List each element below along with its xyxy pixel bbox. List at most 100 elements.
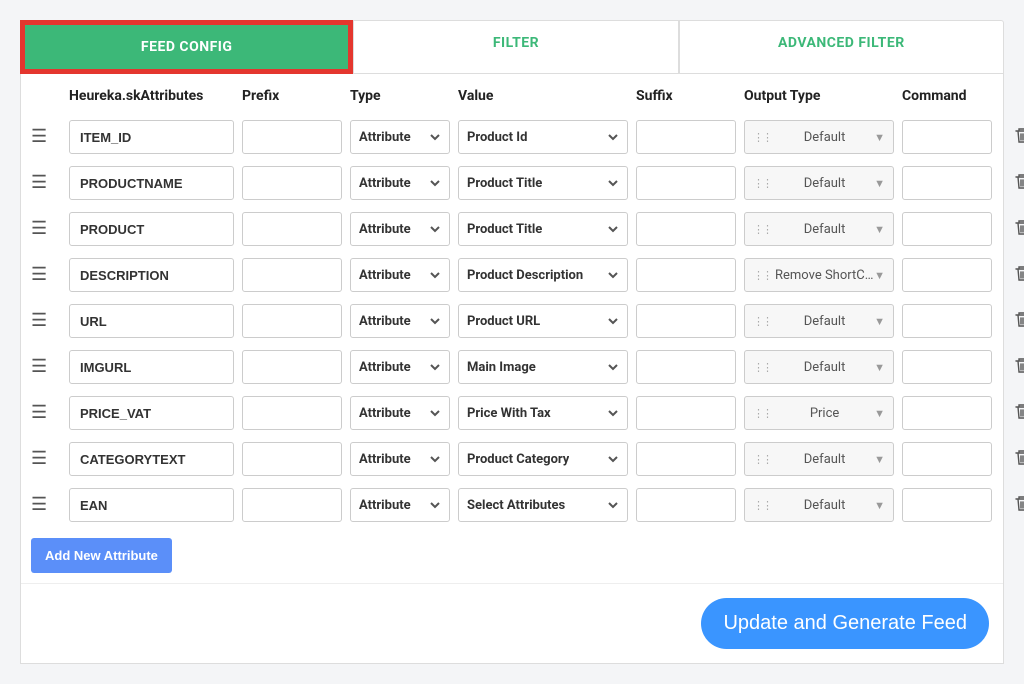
type-select[interactable]: Attribute bbox=[350, 258, 450, 292]
type-select[interactable]: Attribute bbox=[350, 442, 450, 476]
command-input[interactable] bbox=[902, 488, 992, 522]
chevron-down-icon bbox=[429, 453, 441, 465]
prefix-input[interactable] bbox=[242, 396, 342, 430]
col-command: Command bbox=[902, 88, 992, 104]
suffix-input[interactable] bbox=[636, 120, 736, 154]
output-type-select[interactable]: ⋮⋮Default▼ bbox=[744, 166, 894, 200]
delete-row-button[interactable] bbox=[1000, 449, 1024, 469]
output-type-select[interactable]: ⋮⋮Default▼ bbox=[744, 488, 894, 522]
prefix-input[interactable] bbox=[242, 258, 342, 292]
attribute-input[interactable] bbox=[69, 304, 234, 338]
command-input[interactable] bbox=[902, 396, 992, 430]
chevron-down-icon bbox=[429, 315, 441, 327]
drag-handle-icon[interactable]: ☰ bbox=[31, 404, 61, 422]
output-type-select[interactable]: ⋮⋮Default▼ bbox=[744, 442, 894, 476]
command-input[interactable] bbox=[902, 166, 992, 200]
attribute-input[interactable] bbox=[69, 120, 234, 154]
value-select[interactable]: Main Image bbox=[458, 350, 628, 384]
chevron-down-icon bbox=[607, 223, 619, 235]
delete-row-button[interactable] bbox=[1000, 357, 1024, 377]
drag-handle-icon[interactable]: ☰ bbox=[31, 496, 61, 514]
drag-handle-icon[interactable]: ☰ bbox=[31, 128, 61, 146]
output-type-select[interactable]: ⋮⋮Price▼ bbox=[744, 396, 894, 430]
attribute-input[interactable] bbox=[69, 442, 234, 476]
attribute-input[interactable] bbox=[69, 258, 234, 292]
suffix-input[interactable] bbox=[636, 442, 736, 476]
drag-handle-icon[interactable]: ☰ bbox=[31, 220, 61, 238]
delete-row-button[interactable] bbox=[1000, 127, 1024, 147]
attribute-input[interactable] bbox=[69, 212, 234, 246]
suffix-input[interactable] bbox=[636, 212, 736, 246]
attribute-input[interactable] bbox=[69, 166, 234, 200]
output-type-select[interactable]: ⋮⋮Default▼ bbox=[744, 212, 894, 246]
drag-handle-icon[interactable]: ☰ bbox=[31, 312, 61, 330]
type-select[interactable]: Attribute bbox=[350, 120, 450, 154]
chevron-down-icon bbox=[607, 499, 619, 511]
type-select[interactable]: Attribute bbox=[350, 166, 450, 200]
suffix-input[interactable] bbox=[636, 166, 736, 200]
col-attributes: Heureka.skAttributes bbox=[69, 88, 234, 104]
value-select[interactable]: Product Category bbox=[458, 442, 628, 476]
value-select[interactable]: Product URL bbox=[458, 304, 628, 338]
delete-row-button[interactable] bbox=[1000, 173, 1024, 193]
prefix-input[interactable] bbox=[242, 120, 342, 154]
value-select[interactable]: Product Description bbox=[458, 258, 628, 292]
drag-handle-icon[interactable]: ☰ bbox=[31, 450, 61, 468]
delete-row-button[interactable] bbox=[1000, 311, 1024, 331]
suffix-input[interactable] bbox=[636, 350, 736, 384]
command-input[interactable] bbox=[902, 258, 992, 292]
suffix-input[interactable] bbox=[636, 488, 736, 522]
table-row: ☰ AttributeProduct Description ⋮⋮Remove Sh… bbox=[21, 252, 1003, 298]
output-type-select[interactable]: ⋮⋮Default▼ bbox=[744, 304, 894, 338]
type-select[interactable]: Attribute bbox=[350, 304, 450, 338]
output-type-select[interactable]: ⋮⋮Remove ShortC...▼ bbox=[744, 258, 894, 292]
table-row: ☰ AttributeProduct URL ⋮⋮Default▼ bbox=[21, 298, 1003, 344]
output-type-select[interactable]: ⋮⋮Default▼ bbox=[744, 120, 894, 154]
drag-handle-icon[interactable]: ☰ bbox=[31, 358, 61, 376]
prefix-input[interactable] bbox=[242, 304, 342, 338]
attribute-input[interactable] bbox=[69, 396, 234, 430]
value-select[interactable]: Select Attributes bbox=[458, 488, 628, 522]
delete-row-button[interactable] bbox=[1000, 403, 1024, 423]
command-input[interactable] bbox=[902, 304, 992, 338]
suffix-input[interactable] bbox=[636, 304, 736, 338]
command-input[interactable] bbox=[902, 442, 992, 476]
tab-feed-config[interactable]: FEED CONFIG bbox=[20, 20, 353, 74]
delete-row-button[interactable] bbox=[1000, 265, 1024, 285]
tab-filter[interactable]: FILTER bbox=[353, 20, 678, 74]
type-select[interactable]: Attribute bbox=[350, 350, 450, 384]
command-input[interactable] bbox=[902, 120, 992, 154]
drag-handle-icon[interactable]: ☰ bbox=[31, 266, 61, 284]
drag-handle-icon[interactable]: ☰ bbox=[31, 174, 61, 192]
suffix-input[interactable] bbox=[636, 396, 736, 430]
output-type-select[interactable]: ⋮⋮Default▼ bbox=[744, 350, 894, 384]
attribute-input[interactable] bbox=[69, 488, 234, 522]
suffix-input[interactable] bbox=[636, 258, 736, 292]
chevron-down-icon bbox=[429, 269, 441, 281]
prefix-input[interactable] bbox=[242, 212, 342, 246]
type-select[interactable]: Attribute bbox=[350, 212, 450, 246]
command-input[interactable] bbox=[902, 350, 992, 384]
delete-row-button[interactable] bbox=[1000, 495, 1024, 515]
add-new-attribute-button[interactable]: Add New Attribute bbox=[31, 538, 172, 573]
prefix-input[interactable] bbox=[242, 488, 342, 522]
value-select[interactable]: Product Title bbox=[458, 212, 628, 246]
trash-icon bbox=[1014, 173, 1024, 189]
prefix-input[interactable] bbox=[242, 442, 342, 476]
value-select[interactable]: Product Id bbox=[458, 120, 628, 154]
type-select[interactable]: Attribute bbox=[350, 396, 450, 430]
table-header: Heureka.skAttributes Prefix Type Value S… bbox=[21, 74, 1003, 114]
table-row: ☰ AttributeSelect Attributes ⋮⋮Default▼ bbox=[21, 482, 1003, 528]
prefix-input[interactable] bbox=[242, 166, 342, 200]
type-select[interactable]: Attribute bbox=[350, 488, 450, 522]
attribute-input[interactable] bbox=[69, 350, 234, 384]
tab-advanced-filter[interactable]: ADVANCED FILTER bbox=[679, 20, 1004, 74]
value-select[interactable]: Price With Tax bbox=[458, 396, 628, 430]
config-panel: Heureka.skAttributes Prefix Type Value S… bbox=[20, 74, 1004, 664]
chevron-down-icon bbox=[607, 269, 619, 281]
command-input[interactable] bbox=[902, 212, 992, 246]
delete-row-button[interactable] bbox=[1000, 219, 1024, 239]
chevron-down-icon bbox=[429, 499, 441, 511]
prefix-input[interactable] bbox=[242, 350, 342, 384]
value-select[interactable]: Product Title bbox=[458, 166, 628, 200]
